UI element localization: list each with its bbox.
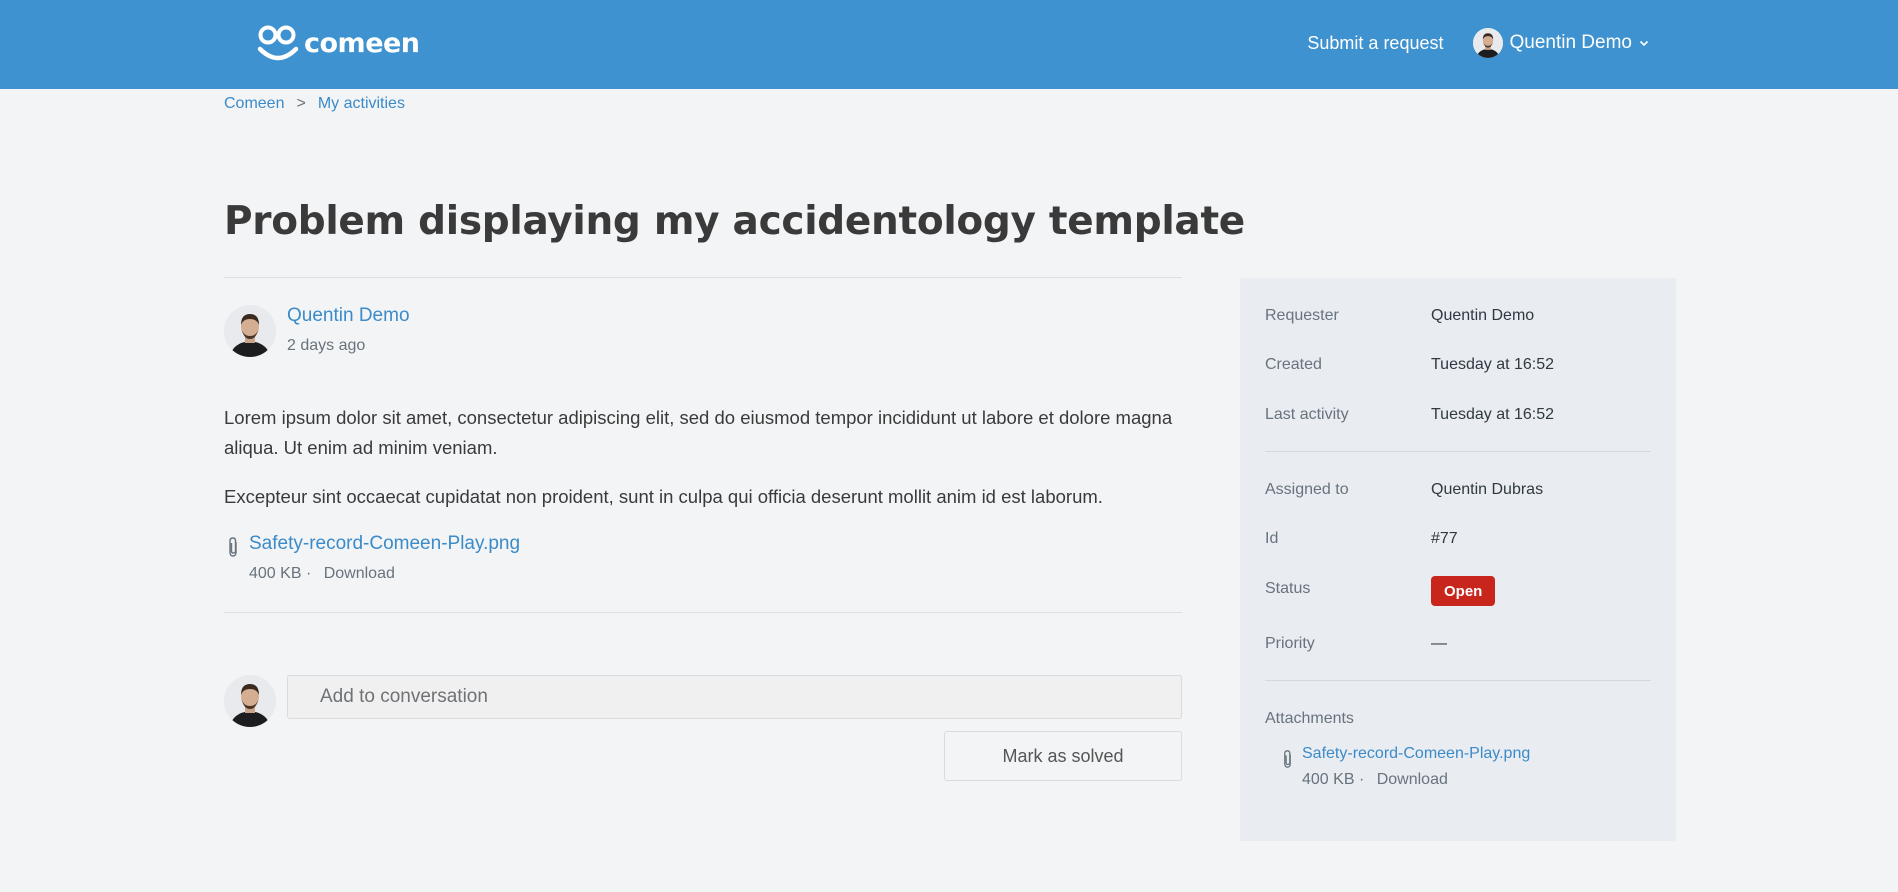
divider (224, 612, 1182, 613)
breadcrumb-my-activities[interactable]: My activities (318, 95, 405, 113)
top-header: comeen Submit a request Quentin Demo (0, 0, 1898, 89)
attachment-separator: · (305, 565, 312, 582)
attachment-size: 400 KB (249, 565, 302, 582)
chevron-down-icon (1639, 40, 1649, 47)
header-nav: Submit a request Quentin Demo (1307, 28, 1650, 58)
avatar-image (224, 305, 276, 357)
divider (1265, 451, 1651, 452)
last-activity-label: Last activity (1265, 406, 1349, 423)
created-label: Created (1265, 356, 1322, 373)
brand-logo[interactable]: comeen (256, 22, 420, 64)
request-details-sidebar: Requester Quentin Demo Created Tuesday a… (1240, 278, 1676, 841)
avatar-image (224, 675, 276, 727)
comment-paragraph: Lorem ipsum dolor sit amet, consectetur … (224, 407, 1173, 458)
assigned-to-label: Assigned to (1265, 481, 1349, 498)
mark-as-solved-button[interactable]: Mark as solved (944, 731, 1182, 781)
paperclip-icon (229, 537, 237, 557)
requester-value: Quentin Demo (1431, 307, 1535, 324)
id-value: #77 (1431, 530, 1458, 547)
created-value: Tuesday at 16:52 (1431, 356, 1555, 373)
divider (224, 277, 1182, 278)
last-activity-value: Tuesday at 16:52 (1431, 406, 1555, 423)
submit-request-link[interactable]: Submit a request (1307, 33, 1443, 54)
comeen-logo-icon (257, 25, 299, 61)
avatar (224, 305, 276, 357)
comment-paragraph: Excepteur sint occaecat cupidatat non pr… (224, 486, 1103, 507)
brand-name: comeen (304, 27, 420, 59)
user-menu-name: Quentin Demo (1509, 32, 1632, 53)
sidebar-attachment-download-link[interactable]: Download (1377, 771, 1448, 788)
attachment-download-link[interactable]: Download (324, 565, 395, 582)
attachment-separator: · (1358, 771, 1365, 788)
attachment-meta: 400 KB · Download (249, 565, 395, 583)
breadcrumb-separator: > (296, 95, 306, 112)
assigned-to-value: Quentin Dubras (1431, 481, 1544, 498)
status-badge: Open (1431, 576, 1496, 606)
requester-label: Requester (1265, 307, 1339, 324)
paperclip-icon (1284, 750, 1291, 768)
add-to-conversation-input[interactable] (287, 675, 1182, 719)
breadcrumb-home[interactable]: Comeen (224, 95, 284, 113)
user-menu[interactable]: Quentin Demo (1473, 28, 1650, 58)
priority-label: Priority (1265, 635, 1315, 652)
divider (1265, 680, 1651, 681)
avatar (1473, 28, 1504, 58)
priority-value: — (1431, 635, 1447, 652)
comment-author[interactable]: Quentin Demo (287, 305, 410, 327)
comment-time: 2 days ago (287, 337, 366, 354)
sidebar-attachment-link[interactable]: Safety-record-Comeen-Play.png (1302, 745, 1530, 763)
status-label: Status (1265, 580, 1311, 597)
breadcrumb: Comeen > My activities (224, 95, 405, 113)
attachments-label: Attachments (1265, 710, 1354, 727)
sidebar-attachment-meta: 400 KB · Download (1302, 771, 1448, 789)
id-label: Id (1265, 530, 1279, 547)
avatar (224, 675, 276, 727)
attachment-size: 400 KB (1302, 771, 1355, 788)
avatar-image (1473, 28, 1504, 58)
page-title: Problem displaying my accidentology temp… (224, 199, 1245, 244)
attachment-link[interactable]: Safety-record-Comeen-Play.png (249, 533, 520, 555)
